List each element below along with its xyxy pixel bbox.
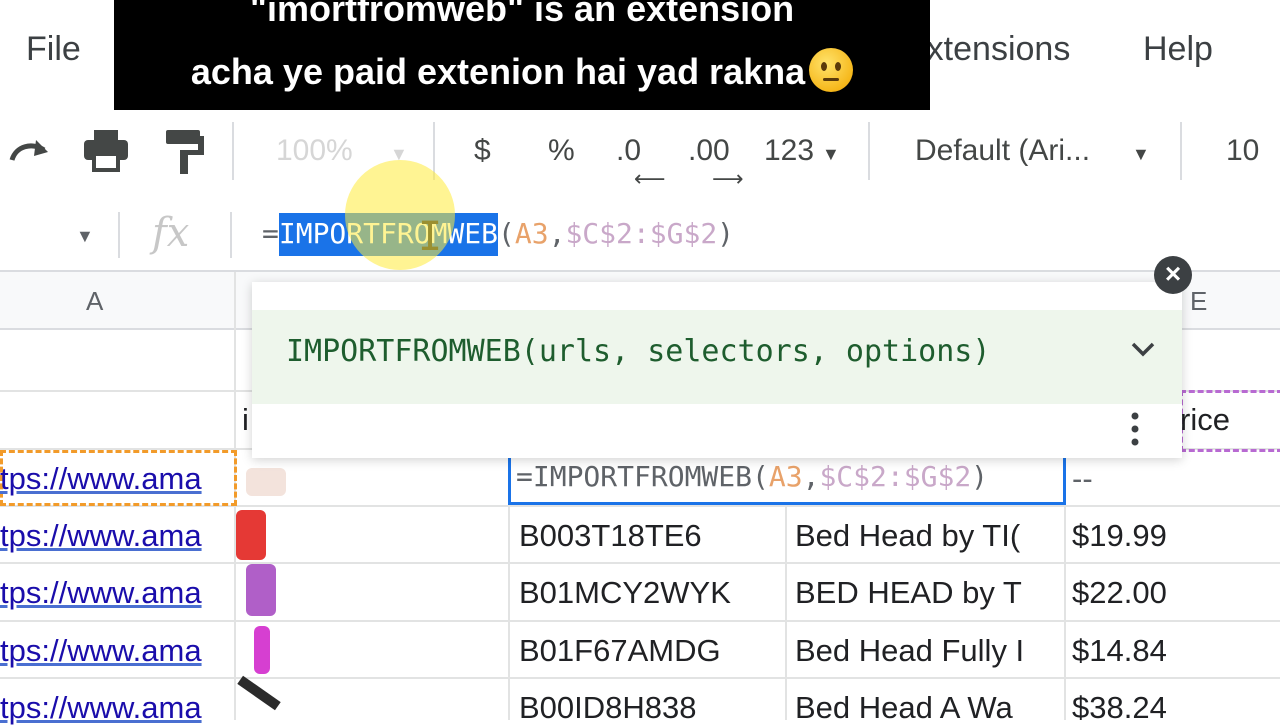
cell-title[interactable]: Bed Head A Wa (795, 690, 1061, 726)
font-size-input[interactable]: 10 (1226, 134, 1259, 168)
cell-e3[interactable]: -- (1072, 461, 1093, 497)
product-image (254, 626, 270, 674)
toolbar: 100% ▼ $ % .0 ⟵ .00 ⟶ 123 ▼ Default (Ari… (0, 108, 1280, 192)
caption-line-1: "imortfromweb" is an extension (249, 0, 795, 29)
cell-price[interactable]: $14.84 (1072, 633, 1167, 669)
cell-b2[interactable]: i (242, 402, 249, 438)
cell-price[interactable]: $22.00 (1072, 575, 1167, 611)
cell-e2[interactable]: rice (1180, 402, 1230, 438)
cell-title[interactable]: Bed Head by TI( (795, 518, 1061, 554)
print-icon[interactable] (82, 128, 130, 177)
caption-line-2: acha ye paid extenion hai yad rakna (114, 48, 930, 93)
percent-button[interactable]: % (548, 134, 575, 168)
product-image (246, 564, 276, 616)
video-caption: "imortfromweb" is an extension acha ye p… (114, 0, 930, 110)
formula-divider (118, 212, 120, 258)
toolbar-divider (232, 122, 234, 180)
chevron-down-icon[interactable]: ▼ (822, 144, 840, 165)
cell-asin[interactable]: B003T18TE6 (519, 518, 702, 554)
cell-url[interactable]: tps://www.ama (0, 518, 232, 554)
currency-button[interactable]: $ (474, 134, 491, 168)
cell-url[interactable]: tps://www.ama (0, 461, 232, 497)
fx-icon: fx (152, 210, 190, 256)
cell-asin[interactable]: B01F67AMDG (519, 633, 721, 669)
caption-line-2-text: acha ye paid extenion hai yad rakna (190, 51, 806, 92)
expand-chevron-icon[interactable] (1128, 334, 1158, 371)
redo-icon[interactable] (6, 132, 54, 173)
increase-decimal-button[interactable]: .00 (688, 134, 730, 168)
cell-title[interactable]: BED HEAD by T (795, 575, 1061, 611)
cell-url[interactable]: tps://www.ama (0, 633, 232, 669)
font-dropdown-icon[interactable]: ▼ (1132, 144, 1150, 165)
more-options-icon[interactable] (1128, 410, 1142, 455)
grid-line (0, 620, 1280, 622)
grid-line (0, 562, 1280, 564)
neutral-face-emoji-icon (809, 48, 854, 92)
active-cell-formula: =IMPORTFROMWEB(A3,$C$2:$G$2) (516, 460, 989, 493)
arrow-left-icon: ⟵ (634, 166, 666, 191)
name-box-dropdown-icon[interactable]: ▼ (76, 226, 94, 247)
cell-price[interactable]: $19.99 (1072, 518, 1167, 554)
number-format-button[interactable]: 123 (764, 134, 814, 168)
cell-url[interactable]: tps://www.ama (0, 575, 232, 611)
cell-url[interactable]: tps://www.ama (0, 690, 232, 726)
zoom-select[interactable]: 100% (276, 134, 353, 168)
cursor-highlight (345, 160, 455, 270)
function-signature: IMPORTFROMWEB(urls, selectors, options) (286, 334, 991, 369)
menu-file[interactable]: File (26, 30, 81, 69)
cell-asin[interactable]: B01MCY2WYK (519, 575, 731, 611)
product-image (236, 510, 266, 560)
font-select[interactable]: Default (Ari... (915, 134, 1090, 168)
close-icon[interactable]: × (1154, 256, 1192, 294)
formula-autocomplete-popup: IMPORTFROMWEB(urls, selectors, options) (252, 282, 1182, 458)
product-image (246, 468, 286, 496)
formula-divider (230, 212, 232, 258)
decrease-decimal-button[interactable]: .0 (616, 134, 641, 168)
toolbar-divider (868, 122, 870, 180)
column-header-e[interactable]: E (1190, 286, 1207, 317)
paint-format-icon[interactable] (164, 128, 206, 181)
cell-price[interactable]: $38.24 (1072, 690, 1167, 726)
cell-title[interactable]: Bed Head Fully I (795, 633, 1061, 669)
formula-bar: ▼ fx =IMPORTFROMWEB(A3,$C$2:$G$2) I (0, 200, 1280, 272)
cell-asin[interactable]: B00ID8H838 (519, 690, 697, 726)
toolbar-divider (1180, 122, 1182, 180)
grid-line (0, 677, 1280, 679)
menu-help[interactable]: Help (1143, 30, 1213, 69)
arrow-right-icon: ⟶ (712, 166, 744, 191)
column-header-a[interactable]: A (86, 286, 103, 317)
formula-input[interactable]: =IMPORTFROMWEB(A3,$C$2:$G$2) (262, 213, 734, 256)
product-image (237, 675, 281, 711)
